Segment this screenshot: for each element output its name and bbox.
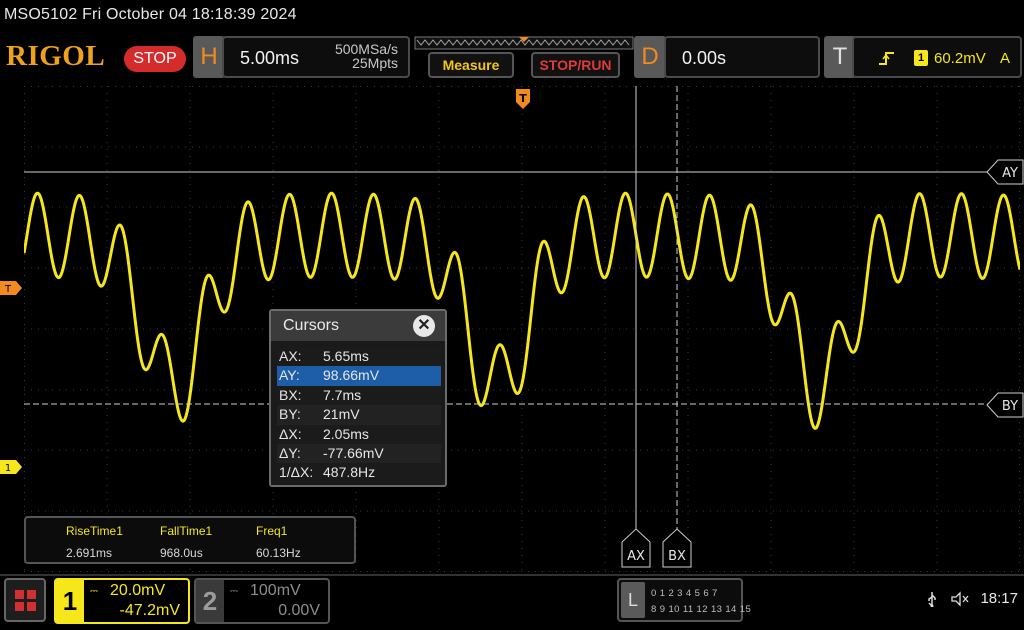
measurement-frequency[interactable]: Freq1 60.13Hz (256, 524, 301, 560)
channel1-box[interactable]: 1 ⎓ 20.0mV -47.2mV (54, 578, 190, 624)
cursor-readout-row[interactable]: 1/ΔX: 487.8Hz (277, 463, 441, 483)
cursor-readout-row[interactable]: ΔY: -77.66mV (277, 443, 441, 464)
svg-text:1: 1 (5, 463, 11, 474)
main-menu-button[interactable] (4, 578, 46, 622)
cursor-readout-value: 5.65ms (323, 348, 369, 364)
delay-value: 0.00s (682, 48, 727, 68)
cursor-readout-value: 21mV (323, 406, 360, 423)
stop-run-button[interactable]: STOP/RUN (531, 52, 620, 78)
cursor-ax-tag[interactable]: AX (621, 528, 651, 568)
cursor-readout-key: ΔY: (279, 444, 301, 461)
svg-text:BY: BY (1002, 399, 1018, 414)
rigol-logo: RIGOL (6, 40, 106, 72)
channel2-number: 2 (196, 580, 224, 622)
channel1-offset-marker[interactable]: 1 (0, 460, 22, 474)
measurement-name: Freq1 (256, 524, 288, 538)
cursor-readout-value: 98.66mV (323, 367, 380, 384)
cursor-readout-value: 2.05ms (323, 425, 369, 442)
cursor-readout-key: BX: (279, 386, 302, 403)
rising-edge-icon (879, 52, 894, 65)
cursor-by-tag[interactable]: BY (986, 392, 1024, 418)
status-area: 18:17 (926, 590, 1018, 608)
close-icon[interactable]: ✕ (413, 315, 435, 337)
cursors-panel-title: Cursors (283, 317, 340, 334)
memory-depth: 25Mpts (352, 55, 398, 71)
cursors-panel[interactable]: Cursors ✕ AX: 5.65ms AY: 98.66mV BX: 7.7ms BY:… (269, 309, 447, 487)
svg-text:T: T (4, 284, 12, 295)
svg-text:T: T (519, 92, 527, 105)
cursor-readout-key: AY: (279, 367, 300, 384)
measurement-bar[interactable]: RiseTime1 2.691ms FallTime1 968.0us Freq… (24, 516, 356, 564)
measurement-rise-time[interactable]: RiseTime1 2.691ms (66, 524, 123, 560)
run-state-badge[interactable]: STOP (124, 46, 186, 72)
cursor-readout-value: -77.66mV (323, 444, 384, 461)
measurement-value: 968.0us (160, 546, 203, 560)
cursor-readout-row[interactable]: AY: 98.66mV (277, 366, 441, 386)
title-line: MSO5102 Fri October 04 18:18:39 2024 (4, 6, 297, 23)
usb-icon[interactable] (926, 591, 938, 608)
channel1-scale: 20.0mV (110, 582, 166, 599)
cursor-readout-value: 7.7ms (323, 386, 362, 403)
channel2-box[interactable]: 2 ⎓ 100mV 0.00V (194, 578, 330, 624)
trigger-box[interactable]: 1 60.2mV A (852, 36, 1022, 78)
logic-label: L (621, 582, 645, 618)
cursor-readout-row[interactable]: BY: 21mV (277, 405, 441, 425)
measurement-value: 60.13Hz (256, 546, 301, 560)
trigger-position-marker[interactable]: T (515, 88, 531, 110)
dc-coupling-icon: ⎓ (230, 586, 238, 597)
cursor-readout-key: ΔX: (279, 425, 302, 442)
trigger-coupling: A (1000, 50, 1011, 67)
cursor-readout-row[interactable]: ΔX: 2.05ms (277, 424, 441, 444)
trigger-source: 1 (914, 50, 928, 66)
logic-row-1: 0 1 2 3 4 5 6 7 (651, 588, 718, 599)
cursor-readout-key: BY: (279, 406, 301, 423)
waveform-overview-strip (414, 36, 634, 50)
cursor-readout-row[interactable]: AX: 5.65ms (277, 347, 441, 367)
channel1-number: 1 (56, 580, 84, 622)
logic-row-2: 8 9 10 11 12 13 14 15 (651, 604, 752, 615)
horizontal-tab[interactable]: H (193, 36, 225, 78)
trigger-level-marker[interactable]: T (0, 281, 22, 295)
cursor-readout-key: AX: (279, 348, 302, 364)
measurement-fall-time[interactable]: FallTime1 968.0us (160, 524, 212, 560)
delay-tab[interactable]: D (634, 36, 666, 78)
graticule (24, 86, 1020, 572)
cursor-ay-tag[interactable]: AY (986, 159, 1024, 185)
speaker-muted-icon[interactable] (950, 591, 970, 607)
channel2-offset: 0.00V (278, 602, 320, 619)
cursor-readout-key: 1/ΔX: (279, 464, 314, 481)
timebase-box[interactable]: 5.00ms 500MSa/s 25Mpts (222, 36, 410, 78)
cursor-bx-tag[interactable]: BX (662, 528, 692, 568)
cursor-readout-row[interactable]: BX: 7.7ms (277, 385, 441, 406)
measurement-value: 2.691ms (66, 546, 113, 560)
grid-lines (24, 86, 1020, 572)
measurement-name: RiseTime1 (66, 524, 123, 538)
bottom-separator (0, 574, 1024, 576)
logic-channels-box[interactable]: L 0 1 2 3 4 5 6 7 8 9 10 11 12 13 14 15 (617, 578, 751, 622)
sample-rate: 500MSa/s (334, 41, 398, 57)
delay-box[interactable]: 0.00s (664, 36, 820, 78)
svg-text:AY: AY (1002, 166, 1018, 181)
svg-text:AX: AX (627, 549, 645, 564)
timebase-value: 5.00ms (240, 48, 300, 68)
dc-coupling-icon: ⎓ (90, 586, 98, 597)
trigger-level: 60.2mV (934, 50, 986, 67)
clock-time: 18:17 (980, 590, 1018, 607)
svg-text:BX: BX (668, 549, 686, 564)
cursor-readout-list: AX: 5.65ms AY: 98.66mV BX: 7.7ms BY: 21mV ΔX: 2.0… (277, 347, 441, 483)
channel2-scale: 100mV (250, 582, 301, 599)
measure-button[interactable]: Measure (428, 52, 514, 78)
channel1-offset: -47.2mV (119, 602, 180, 619)
measurement-name: FallTime1 (160, 524, 213, 538)
cursor-readout-value: 487.8Hz (323, 464, 376, 481)
sample-info: 500MSa/s 25Mpts (335, 42, 398, 70)
